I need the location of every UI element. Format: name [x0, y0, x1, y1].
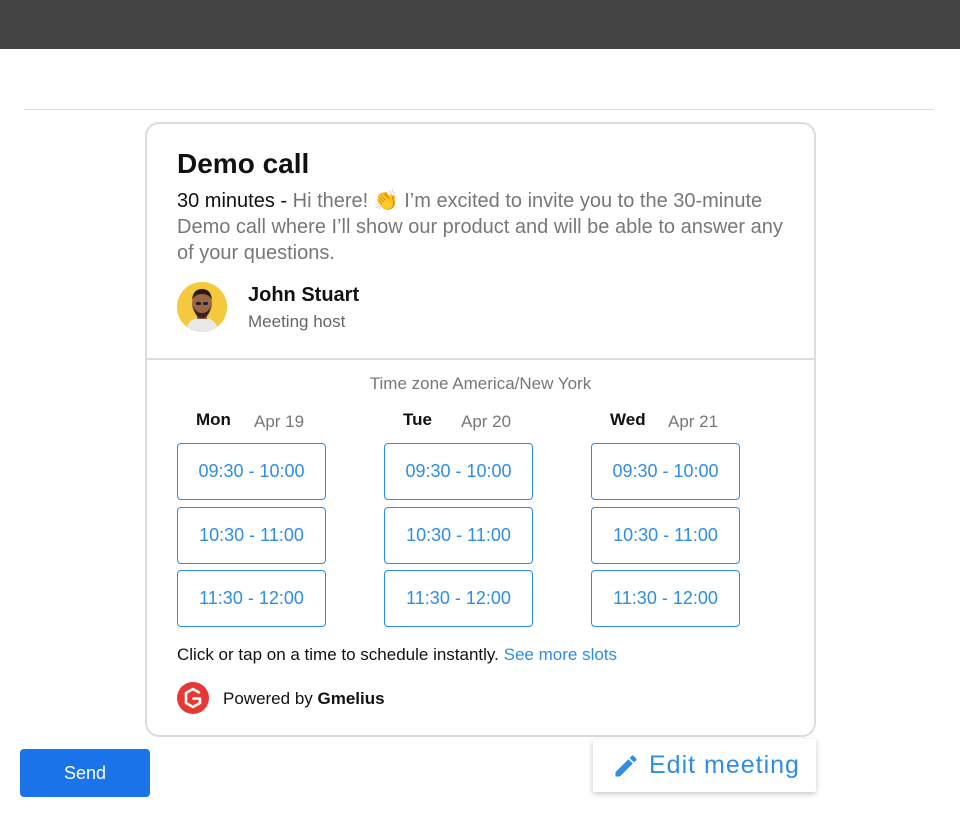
edit-meeting-button[interactable]: Edit meeting	[593, 739, 816, 792]
time-slot[interactable]: 09:30 - 10:00	[177, 443, 326, 500]
meeting-title: Demo call	[177, 148, 310, 179]
time-slot[interactable]: 10:30 - 11:00	[384, 507, 533, 564]
day-column-wed: Wed Apr 21 09:30 - 10:00 10:30 - 11:00 1…	[591, 408, 741, 627]
subject-divider	[24, 109, 933, 110]
time-slot[interactable]: 10:30 - 11:00	[177, 507, 326, 564]
send-button[interactable]: Send	[20, 749, 150, 797]
time-slot[interactable]: 11:30 - 12:00	[384, 570, 533, 627]
timezone-label: Time zone America/New York	[369, 374, 592, 393]
avatar	[177, 282, 227, 332]
meeting-duration: 30 minutes -	[177, 190, 288, 212]
time-slot[interactable]: 11:30 - 12:00	[177, 570, 326, 627]
time-slot[interactable]: 09:30 - 10:00	[384, 443, 533, 500]
day-header: Wed Apr 21	[591, 408, 741, 438]
host-role: Meeting host	[248, 312, 346, 331]
time-slot[interactable]: 10:30 - 11:00	[591, 507, 740, 564]
pencil-icon	[615, 755, 637, 777]
window-top-bar	[0, 0, 960, 49]
day-name: Tue	[403, 410, 432, 429]
day-name: Mon	[196, 410, 231, 429]
host-name: John Stuart	[248, 284, 360, 306]
powered-by-label: Powered by Gmelius	[223, 689, 385, 709]
powered-by-brand: Gmelius	[317, 689, 385, 708]
day-column-mon: Mon Apr 19 09:30 - 10:00 10:30 - 11:00 1…	[177, 408, 327, 627]
day-date: Apr 19	[254, 412, 305, 431]
time-slot[interactable]: 09:30 - 10:00	[591, 443, 740, 500]
day-header: Mon Apr 19	[177, 408, 327, 438]
day-date: Apr 21	[668, 412, 719, 431]
day-name: Wed	[610, 410, 646, 429]
see-more-slots-link[interactable]: See more slots	[504, 645, 617, 664]
schedule-hint-text: Click or tap on a time to schedule insta…	[177, 645, 499, 664]
gmelius-logo-icon	[177, 682, 209, 714]
time-slot[interactable]: 11:30 - 12:00	[591, 570, 740, 627]
edit-meeting-label: Edit meeting	[649, 751, 800, 779]
day-column-tue: Tue Apr 20 09:30 - 10:00 10:30 - 11:00 1…	[384, 408, 534, 627]
meeting-card: Demo call 30 minutes - Hi there! 👏 I’m e…	[145, 122, 816, 737]
card-divider	[147, 358, 814, 360]
day-header: Tue Apr 20	[384, 408, 534, 438]
day-date: Apr 20	[461, 412, 512, 431]
powered-by-prefix: Powered by	[223, 689, 318, 708]
schedule-hint: Click or tap on a time to schedule insta…	[177, 645, 617, 665]
meeting-description: 30 minutes - Hi there! 👏 I’m excited to …	[177, 188, 787, 266]
